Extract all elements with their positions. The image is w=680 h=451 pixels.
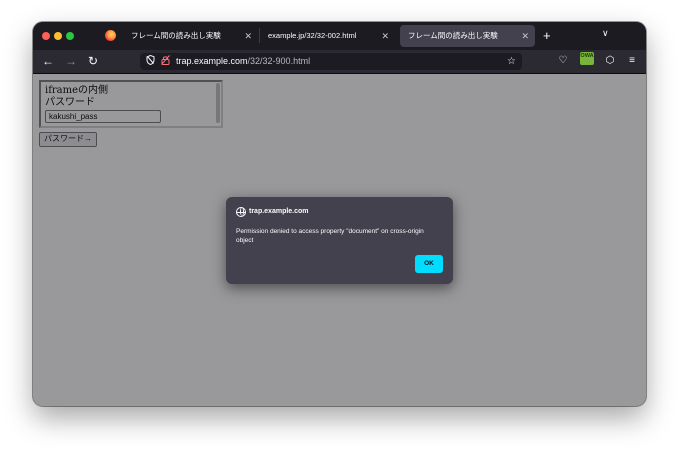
tab-close-icon[interactable]: ✕	[381, 25, 389, 47]
tab-frame-experiment-1[interactable]: フレーム間の読み出し実験 ✕	[123, 25, 258, 47]
back-button[interactable]: ←	[40, 53, 56, 69]
tab-close-icon[interactable]: ✕	[521, 25, 529, 47]
new-tab-button[interactable]: +	[543, 26, 551, 46]
url-host: trap.example.com	[176, 56, 248, 66]
browser-window: フレーム間の読み出し実験 ✕ example.jp/32/32-002.html…	[33, 22, 646, 406]
address-bar[interactable]: trap.example.com/32/32-900.html ☆	[140, 53, 522, 70]
navigation-toolbar: ← → ↻ trap.example.com/32/32-900.html ☆ …	[33, 50, 646, 74]
tab-list-chevron-icon[interactable]: ∨	[602, 28, 609, 39]
pocket-icon[interactable]: ♡	[555, 53, 571, 69]
dialog-origin: trap.example.com	[249, 208, 309, 215]
tab-close-icon[interactable]: ✕	[244, 25, 252, 47]
window-close-button[interactable]	[42, 32, 50, 40]
firefox-icon	[105, 30, 116, 41]
window-minimize-button[interactable]	[54, 32, 62, 40]
ok-button[interactable]: OK	[415, 255, 443, 273]
bookmark-star-icon[interactable]: ☆	[507, 53, 516, 70]
owasp-extension-icon[interactable]: OWA	[580, 52, 594, 65]
url-text[interactable]: trap.example.com/32/32-900.html	[176, 53, 310, 70]
tab-title: フレーム間の読み出し実験	[408, 31, 498, 40]
insecure-lock-icon[interactable]	[161, 55, 170, 69]
tab-example-jp[interactable]: example.jp/32/32-002.html ✕	[260, 25, 395, 47]
tracking-shield-icon[interactable]	[146, 54, 155, 69]
tab-title: example.jp/32/32-002.html	[268, 31, 357, 40]
window-maximize-button[interactable]	[66, 32, 74, 40]
tab-frame-experiment-active[interactable]: フレーム間の読み出し実験 ✕	[400, 25, 535, 47]
page-content: iframeの内側 パスワード kakushi_pass パスワード→ trap…	[33, 74, 646, 406]
extensions-puzzle-icon[interactable]: ⬡	[602, 53, 618, 69]
dialog-message: Permission denied to access property "do…	[236, 228, 424, 244]
alert-dialog: trap.example.com Permission denied to ac…	[226, 197, 453, 284]
reload-button[interactable]: ↻	[85, 53, 101, 69]
tab-bar: フレーム間の読み出し実験 ✕ example.jp/32/32-002.html…	[33, 22, 646, 50]
hamburger-menu-icon[interactable]: ≡	[624, 53, 640, 69]
globe-icon	[236, 207, 246, 217]
tab-title: フレーム間の読み出し実験	[131, 31, 221, 40]
forward-button[interactable]: →	[63, 53, 79, 69]
url-path: /32/32-900.html	[247, 56, 311, 66]
modal-overlay: trap.example.com Permission denied to ac…	[33, 74, 646, 406]
